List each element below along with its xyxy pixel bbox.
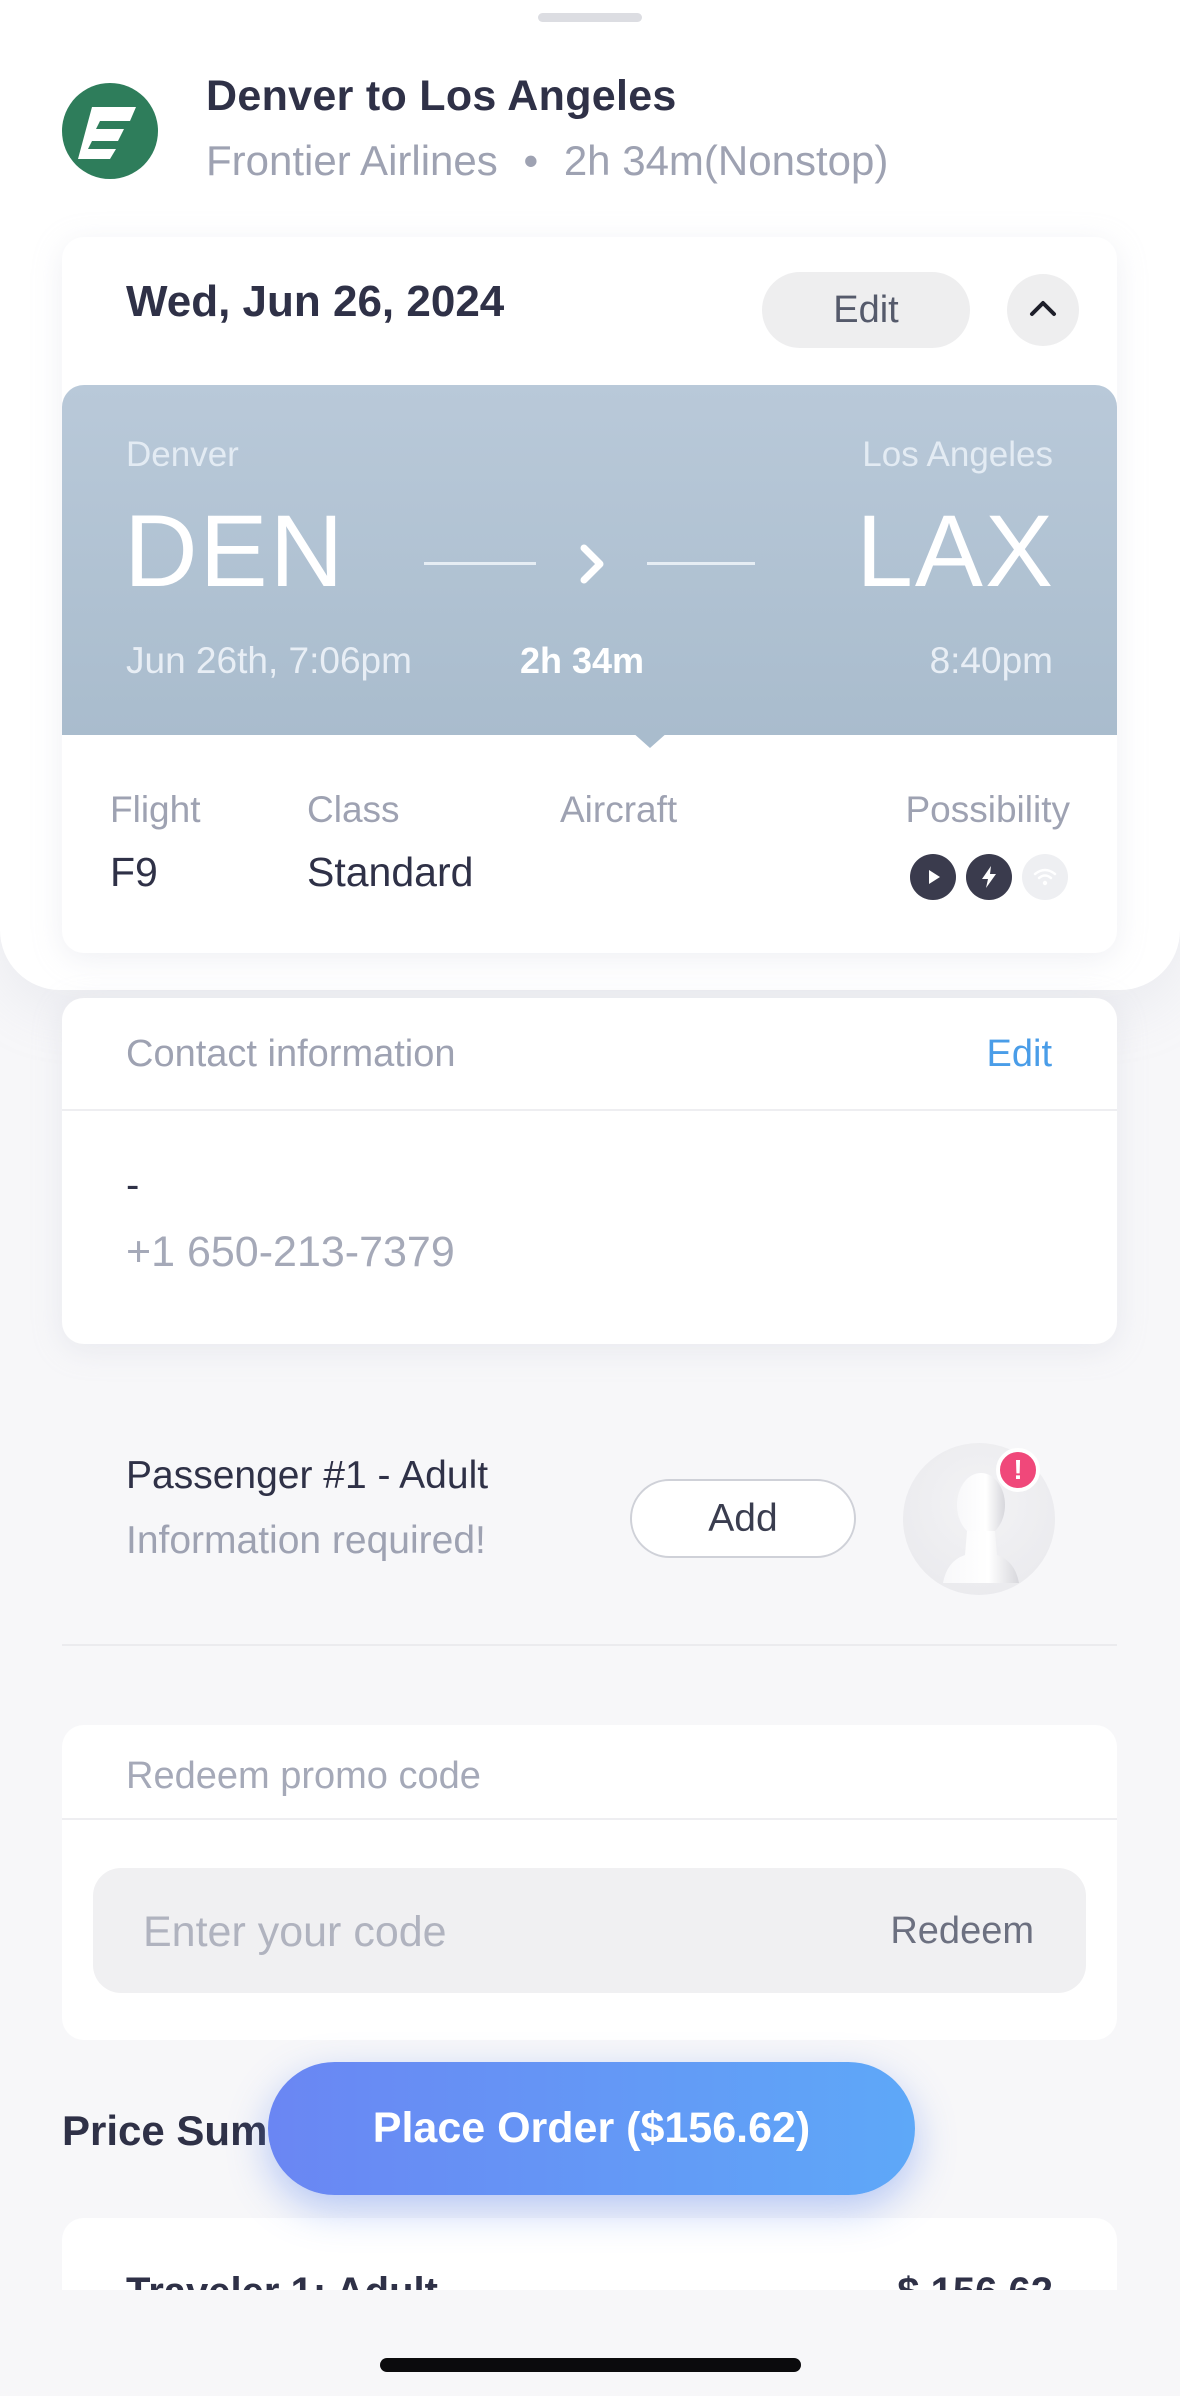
- class-value: Standard: [307, 849, 474, 895]
- edit-contact-link[interactable]: Edit: [987, 1033, 1052, 1076]
- airline-subtitle: Frontier Airlines • 2h 34m(Nonstop): [206, 137, 888, 185]
- departure-time: Jun 26th, 7:06pm: [126, 640, 412, 681]
- promo-code-input[interactable]: Enter your code Redeem: [93, 1868, 1086, 1993]
- power-icon: [966, 854, 1012, 900]
- home-indicator[interactable]: [380, 2358, 801, 2372]
- flight-duration: 2h 34m: [520, 640, 645, 681]
- route-line-right: [647, 562, 755, 565]
- promo-placeholder: Enter your code: [143, 1908, 447, 1956]
- flight-date: Wed, Jun 26, 2024: [126, 277, 505, 326]
- collapse-button[interactable]: [1007, 274, 1079, 346]
- subtitle-separator: •: [523, 137, 539, 184]
- destination-city: Los Angeles: [862, 435, 1053, 474]
- place-order-button[interactable]: Place Order ($156.62): [268, 2062, 915, 2195]
- chevron-up-icon: [1025, 290, 1061, 331]
- contact-label: Contact information: [126, 1033, 456, 1075]
- flight-summary-sheet: Denver to Los Angeles Frontier Airlines …: [0, 0, 1180, 1344]
- contact-divider: [62, 1109, 1117, 1111]
- wifi-icon: [1022, 854, 1068, 900]
- promo-divider: [62, 1818, 1117, 1820]
- redeem-button[interactable]: Redeem: [890, 1910, 1034, 1953]
- promo-label: Redeem promo code: [126, 1755, 481, 1797]
- price-card: Traveler 1: Adult $ 156.62: [62, 2218, 1117, 2298]
- edit-date-button[interactable]: Edit: [762, 272, 970, 348]
- promo-card: Redeem promo code Enter your code Redeem: [62, 1725, 1117, 2040]
- route-banner: Denver Los Angeles DEN LAX Jun 26th, 7:0…: [62, 385, 1117, 735]
- passenger-status: Information required!: [126, 1519, 486, 1562]
- bottom-safe-area: [0, 2290, 1180, 2396]
- route-line-left: [424, 562, 536, 565]
- arrival-time: 8:40pm: [929, 640, 1053, 681]
- flight-duration-note: 2h 34m(Nonstop): [563, 137, 889, 184]
- aircraft-label: Aircraft: [560, 789, 678, 830]
- add-passenger-button[interactable]: Add: [630, 1479, 856, 1558]
- airline-name: Frontier Airlines: [206, 137, 498, 184]
- chevron-right-icon: [572, 540, 612, 593]
- contact-phone: +1 650-213-7379: [126, 1228, 455, 1276]
- flight-label: Flight: [110, 789, 201, 830]
- origin-code: DEN: [124, 494, 346, 608]
- possibility-label: Possibility: [905, 789, 1071, 830]
- passenger-divider: [62, 1644, 1117, 1646]
- contact-card: Contact information Edit - +1 650-213-73…: [62, 998, 1117, 1344]
- play-icon: [910, 854, 956, 900]
- banner-notch: [632, 732, 668, 748]
- sheet-grabber[interactable]: [538, 13, 642, 22]
- destination-code: LAX: [856, 494, 1055, 608]
- passenger-title: Passenger #1 - Adult: [126, 1454, 489, 1497]
- frontier-logo-icon: [62, 83, 158, 179]
- flight-card: Wed, Jun 26, 2024 Edit Denver Los Angele…: [62, 237, 1117, 953]
- route-title: Denver to Los Angeles: [206, 72, 677, 120]
- alert-badge: !: [996, 1448, 1040, 1492]
- contact-name: -: [126, 1163, 140, 1207]
- checkout-screen: Denver to Los Angeles Frontier Airlines …: [0, 0, 1180, 2396]
- class-label: Class: [307, 789, 400, 830]
- origin-city: Denver: [126, 435, 239, 474]
- flight-number: F9: [110, 849, 158, 895]
